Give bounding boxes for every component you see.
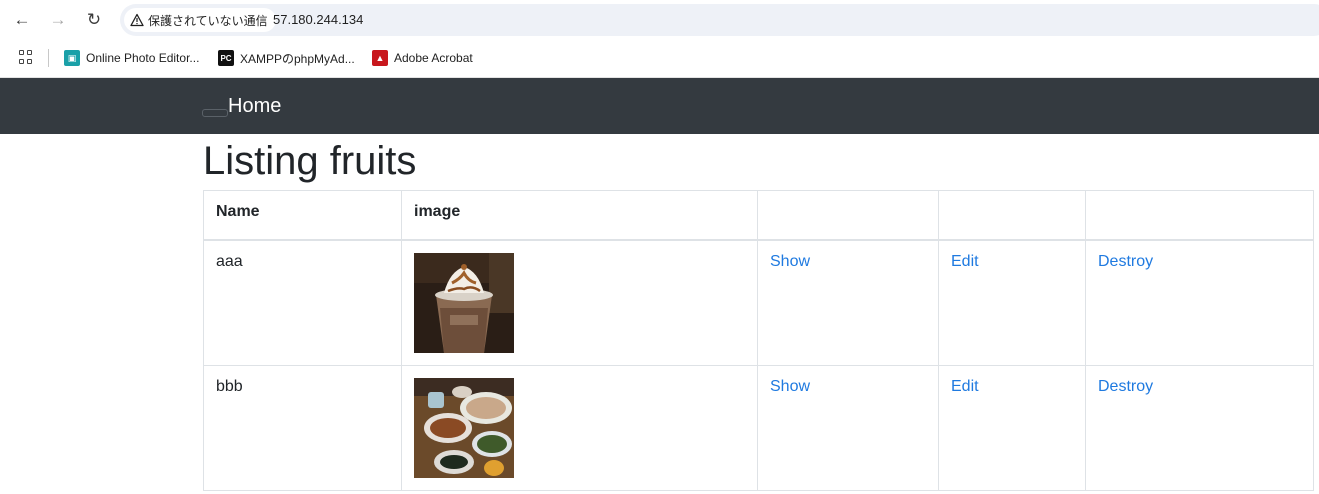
- fruit-name: aaa: [203, 239, 402, 366]
- table-header-row: Name image: [203, 190, 1314, 241]
- fruit-image-cell: [401, 365, 758, 491]
- show-cell: Show: [757, 239, 939, 366]
- bookmarks-divider: [48, 49, 49, 67]
- show-link[interactable]: Show: [770, 253, 810, 270]
- table-row: aaa Show Edit Destroy: [203, 239, 1314, 366]
- warning-icon: [130, 13, 144, 27]
- back-icon[interactable]: ←: [10, 8, 34, 32]
- show-link[interactable]: Show: [770, 378, 810, 395]
- destroy-link[interactable]: Destroy: [1098, 378, 1153, 395]
- edit-link[interactable]: Edit: [951, 378, 979, 395]
- security-label: 保護されていない通信: [148, 13, 268, 28]
- fruit-image-cell: [401, 239, 758, 366]
- bookmark-label: Online Photo Editor...: [86, 51, 200, 65]
- table-row: bbb Show Edit Destroy: [203, 365, 1314, 491]
- security-chip[interactable]: 保護されていない通信: [124, 8, 276, 32]
- bookmark-online-photo-editor[interactable]: ▣ Online Photo Editor...: [64, 49, 199, 67]
- column-header-destroy: [1085, 190, 1314, 241]
- edit-cell: Edit: [938, 239, 1086, 366]
- fruits-table: Name image aaa Show Edit Destroy bbb Sho…: [203, 190, 1314, 491]
- forward-icon[interactable]: →: [46, 8, 70, 32]
- bookmarks-bar: ▣ Online Photo Editor... PC XAMPPのphpMyA…: [0, 40, 1319, 78]
- photo-editor-favicon-icon: ▣: [64, 50, 80, 66]
- fruit-name: bbb: [203, 365, 402, 491]
- phpmyadmin-favicon-icon: PC: [218, 50, 234, 66]
- column-header-image: image: [401, 190, 758, 241]
- page-title: Listing fruits: [203, 139, 417, 183]
- apps-grid-icon[interactable]: [19, 50, 33, 64]
- bookmark-adobe-acrobat[interactable]: ▲ Adobe Acrobat: [372, 49, 473, 67]
- column-header-edit: [938, 190, 1086, 241]
- column-header-show: [757, 190, 939, 241]
- destroy-cell: Destroy: [1085, 239, 1314, 366]
- destroy-cell: Destroy: [1085, 365, 1314, 491]
- frappe-drink-photo: [414, 253, 514, 353]
- bookmark-phpmyadmin[interactable]: PC XAMPPのphpMyAd...: [218, 49, 355, 67]
- url-text[interactable]: 57.180.244.134: [273, 12, 363, 27]
- reload-icon[interactable]: ↻: [82, 8, 106, 32]
- column-header-name: Name: [203, 190, 402, 241]
- destroy-link[interactable]: Destroy: [1098, 253, 1153, 270]
- edit-link[interactable]: Edit: [951, 253, 979, 270]
- bookmark-label: Adobe Acrobat: [394, 51, 473, 65]
- browser-toolbar: ← → ↻ 保護されていない通信 57.180.244.134: [0, 0, 1319, 40]
- navbar-brand-home[interactable]: Home: [228, 95, 281, 118]
- address-bar[interactable]: 保護されていない通信 57.180.244.134: [120, 4, 1319, 36]
- dinner-table-photo: [414, 378, 514, 478]
- bookmark-label: XAMPPのphpMyAd...: [240, 51, 355, 66]
- edit-cell: Edit: [938, 365, 1086, 491]
- acrobat-favicon-icon: ▲: [372, 50, 388, 66]
- app-navbar: Home: [0, 78, 1319, 134]
- show-cell: Show: [757, 365, 939, 491]
- navbar-toggler[interactable]: [202, 109, 228, 117]
